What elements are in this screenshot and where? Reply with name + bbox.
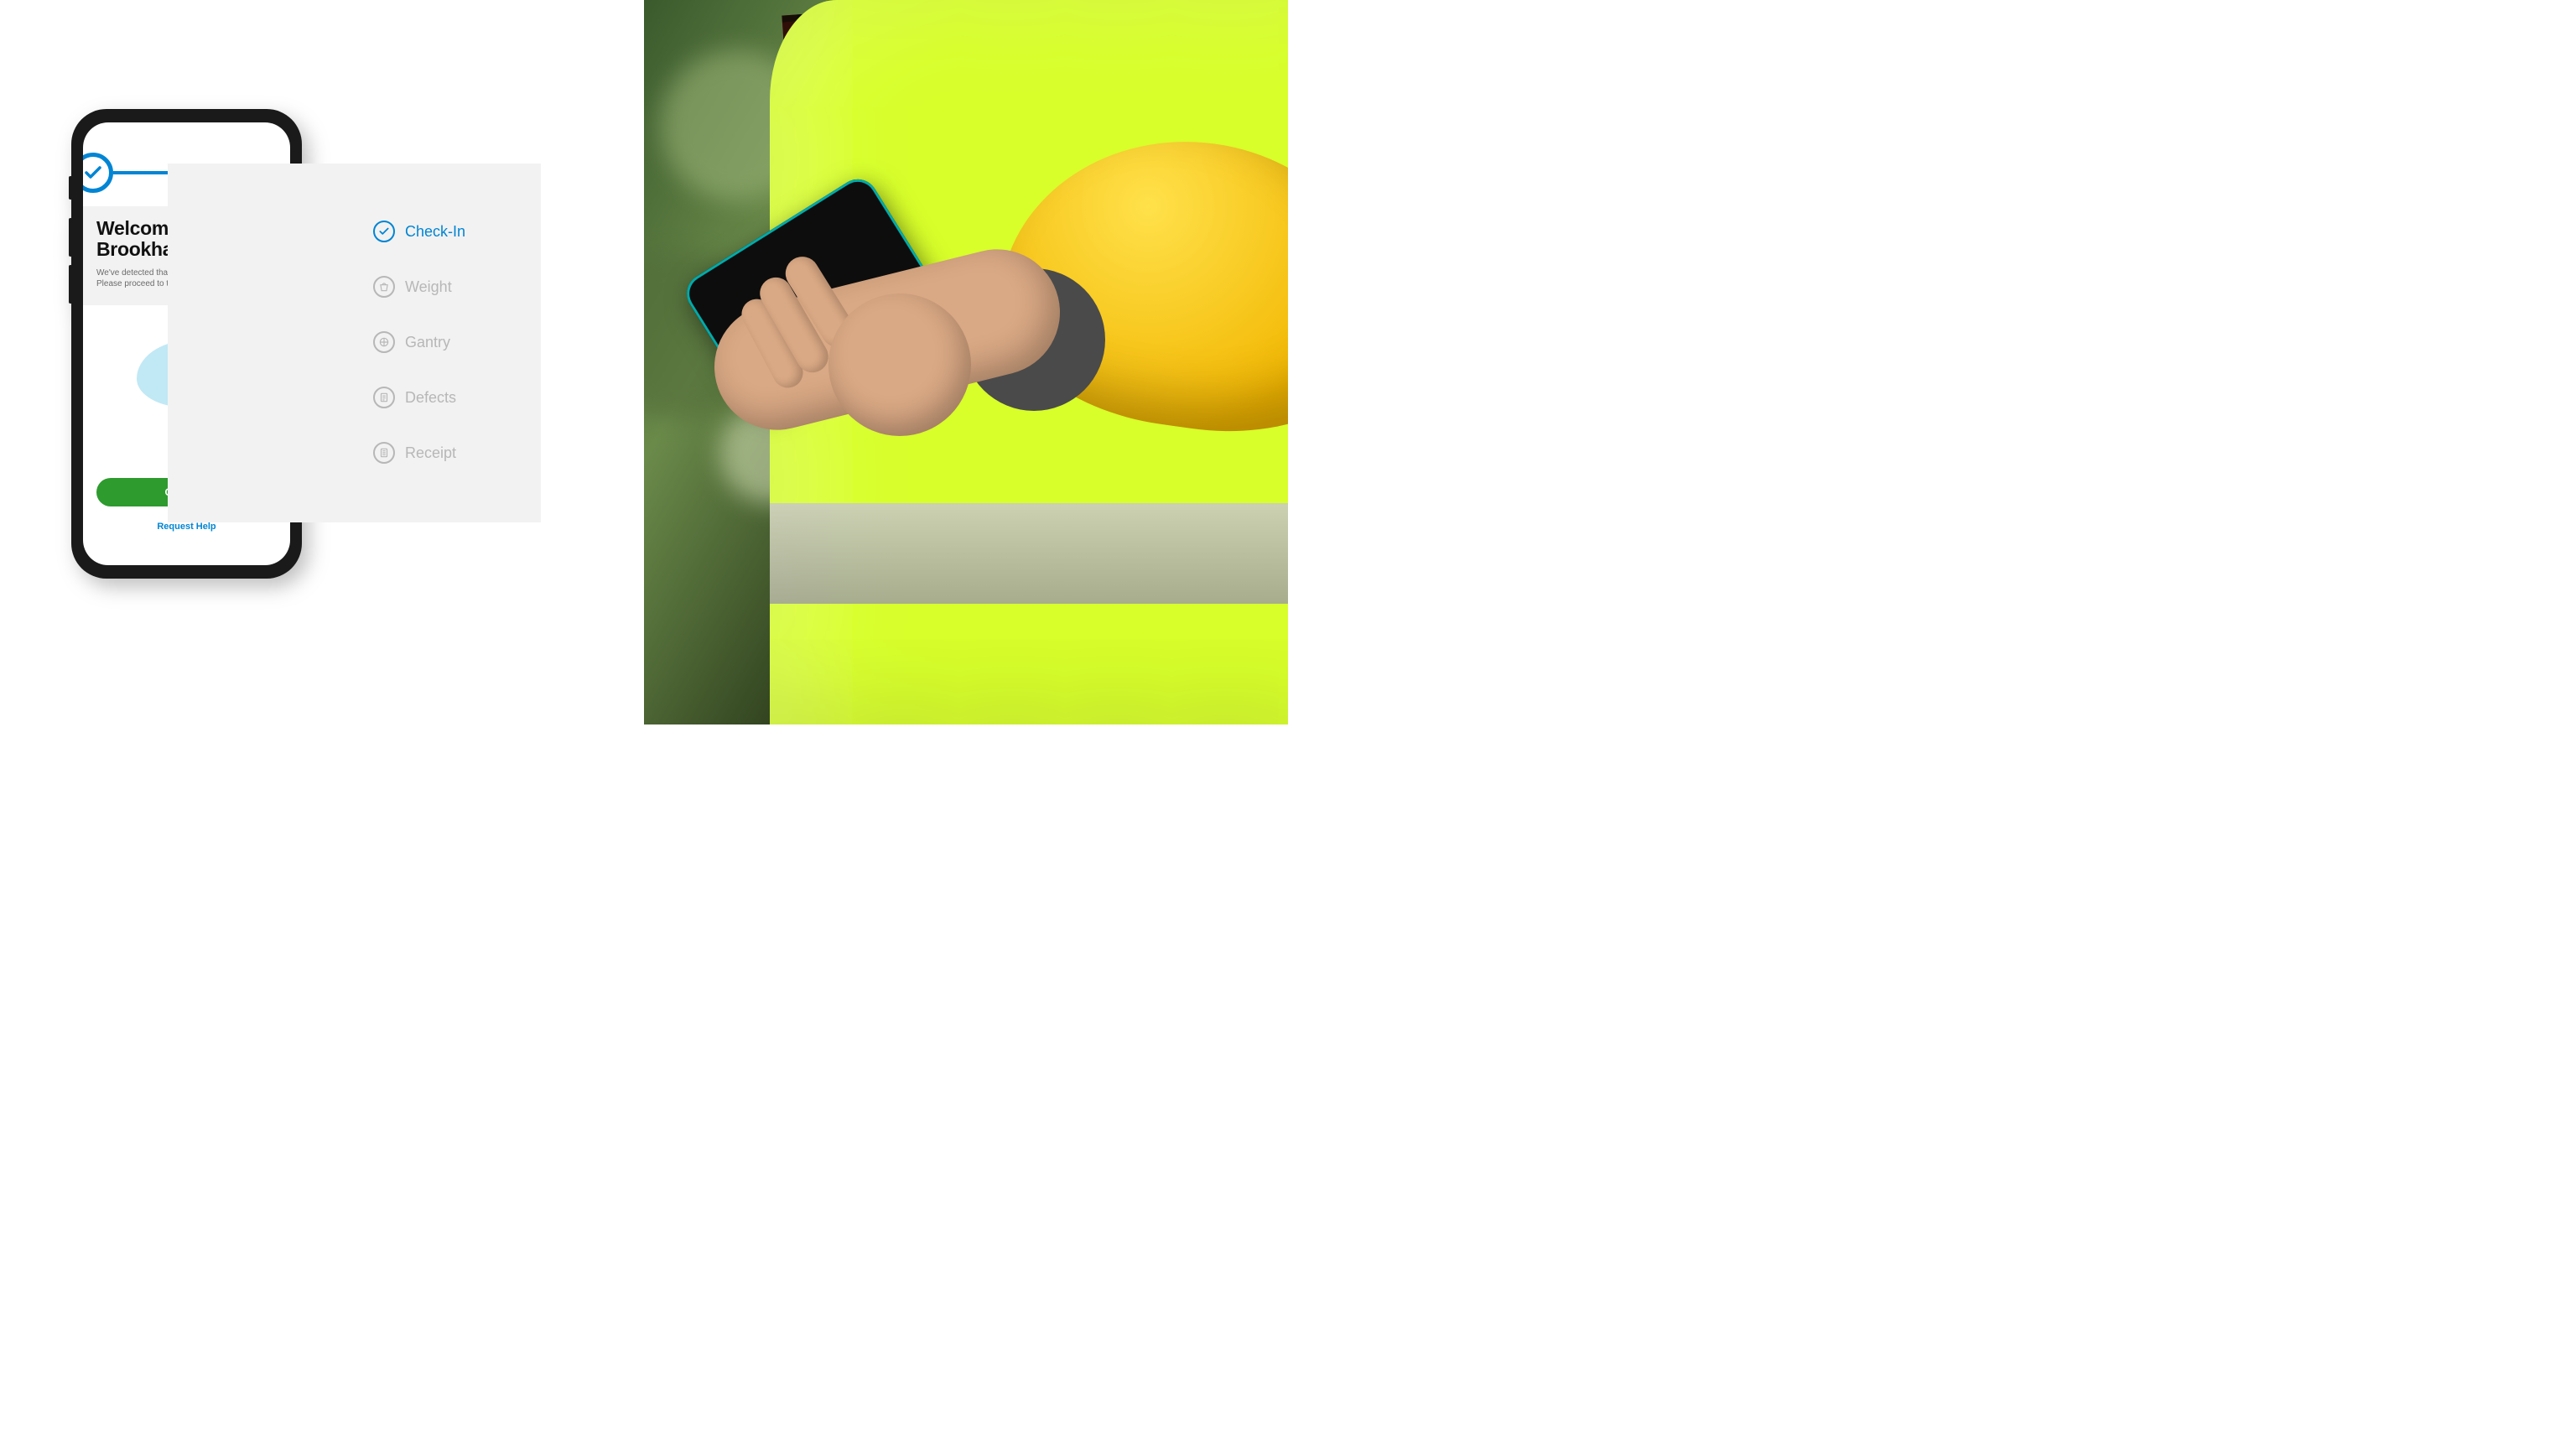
step-weight[interactable]: Weight [373,276,465,298]
step-label: Gantry [405,334,450,351]
step-label: Receipt [405,444,456,462]
step-check-in[interactable]: Check-In [373,221,465,242]
process-step-list: Check-In Weight Gantry Defects Receipt [373,221,465,464]
progress-check-icon [83,153,113,193]
step-label: Weight [405,278,452,296]
step-label: Check-In [405,223,465,241]
weight-icon [373,276,395,298]
gantry-icon [373,331,395,353]
request-help-link[interactable]: Request Help [83,522,290,532]
check-icon [373,221,395,242]
step-label: Defects [405,389,456,407]
step-receipt[interactable]: Receipt [373,442,465,464]
steps-panel-background [168,164,541,522]
receipt-icon [373,442,395,464]
step-gantry[interactable]: Gantry [373,331,465,353]
defects-icon [373,387,395,408]
mockup-panel: Check-In Weight Gantry Defects Receipt [0,0,644,724]
hero-photo [644,0,1288,724]
step-defects[interactable]: Defects [373,387,465,408]
